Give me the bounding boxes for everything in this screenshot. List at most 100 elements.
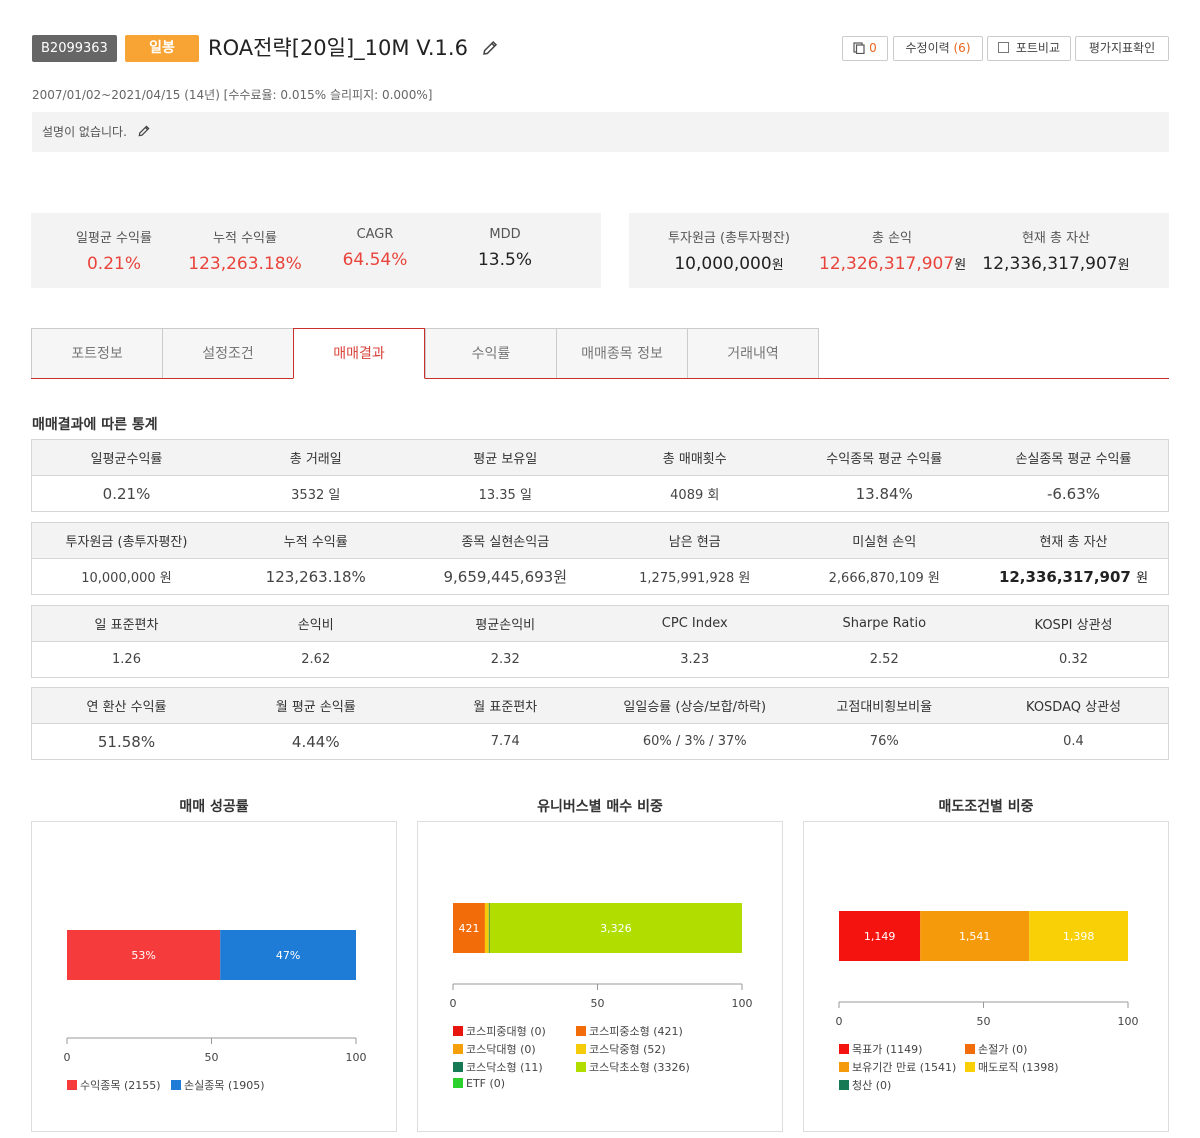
stat-unit: 원	[1136, 571, 1149, 586]
legend-item: 보유기간 만료 (1541)	[839, 1059, 956, 1075]
copy-button[interactable]: 0	[842, 36, 888, 61]
eval-button[interactable]: 평가지표확인	[1075, 36, 1169, 61]
legend-swatch	[839, 1044, 849, 1054]
stat-value: 51.58%	[97, 732, 156, 751]
legend-swatch	[453, 1044, 463, 1054]
stat-header: 종목 실현손익금	[410, 522, 600, 559]
stat-value: 2.52	[869, 652, 899, 667]
legend-swatch	[576, 1026, 586, 1036]
legend-item: 손실종목 (1905)	[171, 1077, 265, 1093]
stat-value: 4089 회	[670, 488, 720, 503]
stats-table-1: 일평균수익률 총 거래일 평균 보유일 총 매매횟수 수익종목 평균 수익률 손…	[31, 439, 1169, 512]
stat-value: 0.21%	[102, 484, 151, 503]
stat-header: 누적 수익률	[221, 522, 411, 559]
stat-header: 일평균수익률	[31, 439, 221, 476]
x-tick-label: 0	[450, 997, 457, 1010]
summary-unit: 원	[771, 258, 784, 273]
compare-label: 포트비교	[1015, 41, 1060, 55]
history-count: (6)	[953, 41, 971, 55]
compare-button[interactable]: 포트비교	[987, 36, 1071, 61]
stat-header: 총 매매횟수	[600, 439, 790, 476]
legend-swatch	[576, 1062, 586, 1072]
chart-universe: 421 3,326 0 50 100 코스피중대형 (0) 코스피중소형 (421) 코스닥…	[417, 821, 783, 1132]
stat-value: 60% / 3% / 37%	[642, 734, 747, 749]
stat-value: 76%	[869, 734, 899, 749]
legend-label: 손절가 (0)	[978, 1043, 1028, 1056]
stat-header: 월 표준편차	[410, 687, 600, 724]
stat-value: 10,000,000 원	[81, 571, 172, 586]
summary-total-pnl: 총 손익 12,326,317,907원	[819, 213, 967, 274]
history-button[interactable]: 수정이력 (6)	[893, 36, 983, 61]
stat-header: 총 거래일	[221, 439, 411, 476]
tab-settings[interactable]: 설정조건	[162, 328, 294, 378]
bar-data-label: 1,398	[1063, 930, 1095, 943]
legend-swatch	[453, 1026, 463, 1036]
stat-header: 손익비	[221, 605, 411, 642]
summary-cumulative-return: 누적 수익률 123,263.18%	[181, 213, 309, 274]
pencil-icon[interactable]	[137, 124, 151, 138]
bar-data-label: 47%	[276, 949, 300, 962]
stats-table-4: 연 환산 수익률 월 평균 손익률 월 표준편차 일일승률 (상승/보합/하락)…	[31, 687, 1169, 760]
legend-swatch	[453, 1078, 463, 1088]
bar-data-label: 1,541	[959, 930, 991, 943]
stat-value: 2,666,870,109 원	[828, 571, 940, 586]
legend-label: 수익종목 (2155)	[80, 1079, 161, 1092]
legend-swatch	[965, 1062, 975, 1072]
description-box: 설명이 없습니다.	[32, 112, 1169, 152]
x-tick-label: 50	[205, 1051, 219, 1064]
x-tick-label: 50	[591, 997, 605, 1010]
legend-item: 매도로직 (1398)	[965, 1059, 1059, 1075]
chart-win-rate: 53% 47% 0 50 100 수익종목 (2155) 손실종목 (1905)	[31, 821, 397, 1132]
bar-data-label: 3,326	[600, 922, 632, 935]
stat-header: CPC Index	[600, 605, 790, 642]
summary-label: 총 손익	[871, 231, 912, 246]
stat-value: 1,275,991,928 원	[639, 571, 751, 586]
tab-returns[interactable]: 수익률	[425, 328, 557, 378]
stat-value: 123,263.18%	[265, 567, 366, 586]
summary-total-assets: 현재 총 자산 12,336,317,907원	[981, 213, 1131, 274]
pencil-icon[interactable]	[481, 39, 499, 57]
legend-label: 손실종목 (1905)	[184, 1079, 265, 1092]
stat-header: 투자원금 (총투자평잔)	[31, 522, 221, 559]
strategy-id-badge: B2099363	[32, 35, 117, 62]
stats-section-title: 매매결과에 따른 통계	[32, 417, 158, 433]
legend-item: 수익종목 (2155)	[67, 1077, 161, 1093]
stat-value: 13.35 일	[478, 488, 532, 503]
tab-stock-info[interactable]: 매매종목 정보	[556, 328, 688, 378]
summary-value: 13.5%	[477, 250, 532, 270]
stat-header: 일 표준편차	[31, 605, 221, 642]
summary-value: 64.54%	[342, 250, 408, 270]
stat-header: 평균손익비	[410, 605, 600, 642]
stat-header: 평균 보유일	[410, 439, 600, 476]
x-tick-label: 0	[64, 1051, 71, 1064]
tab-trade-results[interactable]: 매매결과	[293, 328, 425, 379]
legend-swatch	[171, 1080, 181, 1090]
bar-segment	[488, 903, 490, 953]
legend-item: 코스닥중형 (52)	[576, 1041, 666, 1057]
stat-value: -6.63%	[1046, 484, 1101, 503]
x-tick-label: 50	[977, 1015, 991, 1028]
stat-value: 2.62	[301, 652, 331, 667]
summary-value: 12,326,317,907	[819, 254, 955, 274]
legend-label: 코스피중대형 (0)	[466, 1025, 546, 1038]
legend-label: 코스피중소형 (421)	[589, 1025, 683, 1038]
stat-header: 연 환산 수익률	[31, 687, 221, 724]
stats-table-2: 투자원금 (총투자평잔) 누적 수익률 종목 실현손익금 남은 현금 미실현 손…	[31, 522, 1169, 595]
bar-data-label: 53%	[131, 949, 155, 962]
stat-value: 13.84%	[855, 484, 913, 503]
summary-label: 현재 총 자산	[1021, 231, 1091, 246]
stat-header: 고점대비횡보비율	[789, 687, 979, 724]
page-title-text: ROA전략[20일]_10M V.1.6	[208, 36, 468, 60]
tab-port-info[interactable]: 포트정보	[31, 328, 163, 378]
legend-label: 코스닥초소형 (3326)	[589, 1061, 690, 1074]
summary-value: 10,000,000	[674, 254, 772, 274]
tab-trade-history[interactable]: 거래내역	[687, 328, 819, 378]
summary-unit: 원	[954, 258, 967, 273]
x-tick-label: 100	[1118, 1015, 1139, 1028]
bar-segment	[484, 903, 489, 953]
summary-assets: 투자원금 (총투자평잔) 10,000,000원 총 손익 12,326,317…	[629, 213, 1169, 288]
page-title: ROA전략[20일]_10M V.1.6	[208, 33, 499, 63]
legend-label: 청산 (0)	[852, 1079, 892, 1092]
summary-label: MDD	[489, 227, 521, 242]
legend-label: 목표가 (1149)	[852, 1043, 923, 1056]
